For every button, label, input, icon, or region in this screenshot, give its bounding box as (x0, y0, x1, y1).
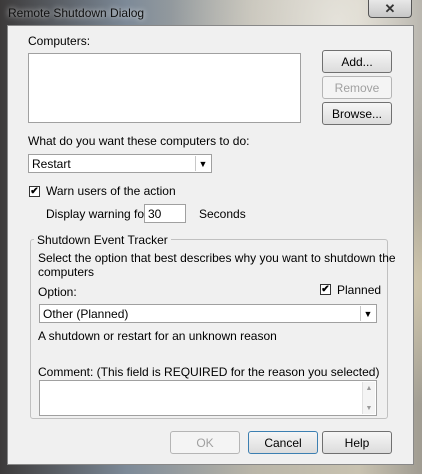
chevron-down-icon[interactable]: ▼ (195, 156, 210, 171)
comment-label: Comment: (This field is REQUIRED for the… (38, 365, 380, 379)
cancel-button[interactable]: Cancel (248, 431, 318, 454)
display-warning-label: Display warning for (46, 207, 149, 221)
action-dropdown-value: Restart (32, 157, 71, 171)
checkmark-icon: ✔ (321, 283, 330, 295)
action-label: What do you want these computers to do: (28, 134, 250, 148)
option-dropdown[interactable]: Other (Planned) ▼ (39, 304, 377, 323)
planned-checkbox[interactable]: ✔ (320, 284, 331, 295)
close-button[interactable]: ✕ (368, 0, 412, 18)
computers-label: Computers: (28, 34, 91, 48)
add-button[interactable]: Add... (322, 50, 392, 73)
warning-seconds-value: 30 (148, 207, 162, 221)
warn-users-checkbox[interactable]: ✔ (29, 186, 40, 197)
tracker-instructions-line2: computers (38, 265, 95, 279)
remove-button[interactable]: Remove (322, 76, 392, 99)
comment-textarea[interactable]: ▲ ▼ (39, 380, 377, 416)
title-bar[interactable]: Remote Shutdown Dialog ✕ (0, 0, 422, 24)
browse-button[interactable]: Browse... (322, 102, 392, 125)
window-title: Remote Shutdown Dialog (8, 6, 145, 20)
tracker-instructions-line1: Select the option that best describes wh… (38, 251, 396, 265)
scroll-up-icon[interactable]: ▲ (363, 382, 375, 394)
computers-list[interactable] (28, 53, 301, 123)
option-description: A shutdown or restart for an unknown rea… (38, 329, 277, 343)
planned-label: Planned (337, 283, 382, 297)
close-icon: ✕ (384, 0, 396, 16)
seconds-unit-label: Seconds (199, 207, 246, 221)
shutdown-event-tracker-title: Shutdown Event Tracker (34, 233, 171, 247)
comment-scrollbar[interactable]: ▲ ▼ (362, 382, 375, 414)
help-button[interactable]: Help (322, 431, 392, 454)
ok-button[interactable]: OK (170, 431, 240, 454)
warning-seconds-input[interactable]: 30 (144, 204, 186, 223)
dialog-client-area: Computers: Add... Remove Browse... What … (7, 25, 414, 465)
option-dropdown-value: Other (Planned) (43, 307, 129, 321)
action-dropdown[interactable]: Restart ▼ (28, 154, 212, 173)
chevron-down-icon[interactable]: ▼ (360, 306, 375, 321)
option-label: Option: (38, 285, 77, 299)
warn-users-label: Warn users of the action (46, 184, 176, 198)
checkmark-icon: ✔ (30, 185, 39, 197)
scroll-down-icon[interactable]: ▼ (363, 402, 375, 414)
